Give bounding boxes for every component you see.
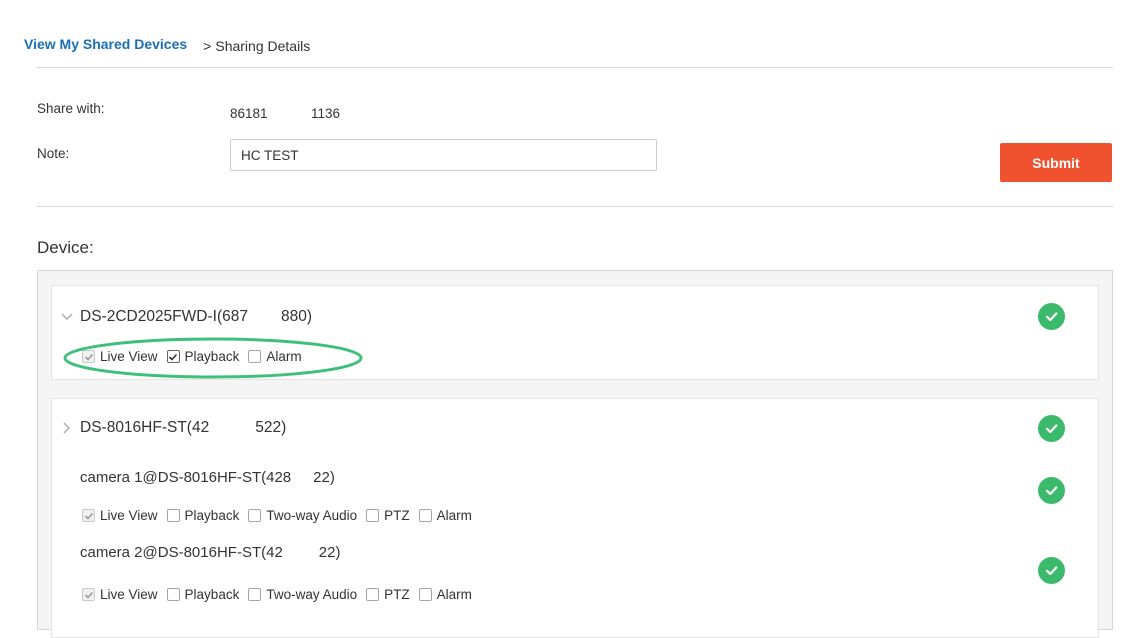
perm-label: Alarm bbox=[436, 508, 472, 523]
form-divider bbox=[37, 206, 1113, 207]
checkbox-icon[interactable] bbox=[248, 350, 262, 363]
status-check-icon bbox=[1038, 415, 1065, 442]
chevron-down-icon[interactable] bbox=[60, 310, 74, 324]
perm-label: Alarm bbox=[266, 349, 302, 364]
device-name: DS-2CD2025FWD-I(687 bbox=[80, 308, 248, 325]
device-name-suffix: 880) bbox=[280, 308, 312, 325]
perm-label: PTZ bbox=[384, 587, 410, 602]
breadcrumb: View My Shared Devices > Sharing Details bbox=[18, 27, 310, 67]
checkbox-icon[interactable] bbox=[248, 588, 262, 601]
perm-ptz[interactable]: PTZ bbox=[366, 587, 410, 602]
checkbox-icon[interactable] bbox=[166, 509, 180, 522]
checkbox-icon[interactable] bbox=[82, 509, 95, 522]
checkbox-icon[interactable] bbox=[82, 350, 95, 363]
checkbox-icon[interactable] bbox=[366, 509, 380, 522]
breadcrumb-current: Sharing Details bbox=[215, 38, 311, 54]
device-header[interactable]: DS-8016HF-ST(42 522) bbox=[60, 419, 286, 437]
chevron-right-icon[interactable] bbox=[60, 421, 74, 435]
camera-name: camera 2@DS-8016HF-ST(42 22) bbox=[80, 544, 340, 561]
share-with-label: Share with: bbox=[37, 101, 105, 116]
checkbox-icon[interactable] bbox=[166, 350, 180, 363]
perm-label: Live View bbox=[100, 349, 158, 364]
permission-list: Live View Playback Alarm bbox=[82, 349, 311, 364]
checkbox-icon[interactable] bbox=[248, 509, 262, 522]
perm-live-view[interactable]: Live View bbox=[82, 508, 158, 523]
status-check-icon bbox=[1038, 303, 1065, 330]
device-heading: Device: bbox=[37, 238, 94, 257]
camera-name-prefix: camera 1@DS-8016HF-ST(428 bbox=[80, 469, 292, 486]
permission-list: Live View Playback Two-way Audio PTZ Ala… bbox=[82, 587, 481, 602]
submit-button[interactable]: Submit bbox=[1000, 143, 1112, 182]
camera-name-prefix: camera 2@DS-8016HF-ST(42 bbox=[80, 544, 283, 561]
camera-name-suffix: 22) bbox=[318, 544, 341, 561]
perm-ptz[interactable]: PTZ bbox=[366, 508, 410, 523]
checkbox-icon[interactable] bbox=[366, 588, 380, 601]
perm-live-view[interactable]: Live View bbox=[82, 349, 158, 364]
perm-alarm[interactable]: Alarm bbox=[418, 508, 472, 523]
device-name: DS-8016HF-ST(42 bbox=[80, 419, 210, 436]
camera-name-suffix: 22) bbox=[313, 469, 335, 486]
permission-list: Live View Playback Two-way Audio PTZ Ala… bbox=[82, 508, 481, 523]
perm-playback[interactable]: Playback bbox=[166, 508, 240, 523]
perm-live-view[interactable]: Live View bbox=[82, 587, 158, 602]
perm-label: Playback bbox=[184, 508, 240, 523]
breadcrumb-separator: > bbox=[203, 38, 212, 54]
perm-label: Live View bbox=[100, 587, 158, 602]
checkbox-icon[interactable] bbox=[418, 588, 432, 601]
perm-label: Two-way Audio bbox=[266, 587, 358, 602]
device-panel: DS-2CD2025FWD-I(687 880) Live View Playb… bbox=[37, 270, 1113, 638]
camera-name: camera 1@DS-8016HF-ST(428 22) bbox=[80, 469, 335, 486]
status-check-icon bbox=[1038, 477, 1065, 504]
perm-label: PTZ bbox=[384, 508, 410, 523]
checkbox-icon[interactable] bbox=[82, 588, 95, 601]
perm-alarm[interactable]: Alarm bbox=[248, 349, 302, 364]
share-with-value-prefix: 86181 bbox=[230, 106, 268, 121]
perm-two-way-audio[interactable]: Two-way Audio bbox=[248, 508, 357, 523]
perm-playback[interactable]: Playback bbox=[166, 349, 240, 364]
perm-label: Alarm bbox=[436, 587, 472, 602]
note-label: Note: bbox=[37, 146, 70, 161]
checkbox-icon[interactable] bbox=[418, 509, 432, 522]
perm-label: Playback bbox=[184, 349, 240, 364]
device-header[interactable]: DS-2CD2025FWD-I(687 880) bbox=[60, 308, 312, 326]
share-with-value-suffix: 1136 bbox=[311, 106, 341, 121]
perm-playback[interactable]: Playback bbox=[166, 587, 240, 602]
note-input[interactable] bbox=[230, 139, 657, 171]
perm-two-way-audio[interactable]: Two-way Audio bbox=[248, 587, 357, 602]
device-card: DS-2CD2025FWD-I(687 880) Live View Playb… bbox=[51, 285, 1099, 380]
checkbox-icon[interactable] bbox=[166, 588, 180, 601]
perm-label: Two-way Audio bbox=[266, 508, 358, 523]
perm-label: Playback bbox=[184, 587, 240, 602]
breadcrumb-shared-devices-link[interactable]: View My Shared Devices bbox=[18, 27, 194, 67]
status-check-icon bbox=[1038, 557, 1065, 584]
header-divider bbox=[37, 67, 1113, 68]
perm-label: Live View bbox=[100, 508, 158, 523]
device-name-suffix: 522) bbox=[255, 419, 287, 436]
device-card: DS-8016HF-ST(42 522) camera 1@DS-8016HF-… bbox=[51, 398, 1099, 638]
perm-alarm[interactable]: Alarm bbox=[418, 587, 472, 602]
